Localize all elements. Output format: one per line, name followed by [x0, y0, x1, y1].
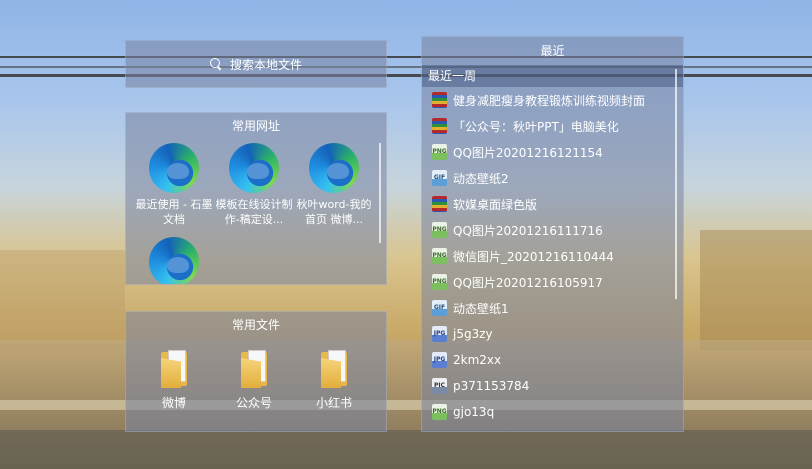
recent-file-name: QQ图片20201216121154 — [453, 145, 603, 160]
pic-file-icon: PIC — [432, 378, 447, 394]
common-files-panel: 常用文件 微博 公众号 小红书 — [125, 311, 387, 432]
wallpaper-building — [0, 250, 125, 350]
website-gaoding[interactable]: 模板在线设计制作-稿定设... — [214, 143, 294, 227]
recent-file-name: j5g3zy — [453, 327, 493, 341]
folder-official-account[interactable]: 公众号 — [219, 348, 289, 411]
edge-browser-icon — [309, 143, 359, 193]
gif-file-icon: GIF — [432, 170, 447, 186]
edge-browser-icon — [229, 143, 279, 193]
recent-file-name: 微信图片_20201216110444 — [453, 249, 614, 264]
recent-file-item[interactable]: JPG 2km2xx — [422, 347, 683, 373]
recent-file-item[interactable]: PNG QQ图片20201216105917 — [422, 269, 683, 295]
website-item-4[interactable] — [134, 237, 214, 284]
website-grid: 最近使用 - 石墨文档 模板在线设计制作-稿定设... 秋叶word-我的首页 … — [126, 139, 386, 284]
folder-xiaohongshu[interactable]: 小红书 — [299, 348, 369, 411]
png-file-icon: PNG — [432, 248, 447, 264]
recent-file-item[interactable]: PNG gjo13q — [422, 399, 683, 425]
desktop-wallpaper — [0, 0, 812, 469]
website-label: 模板在线设计制作-稿定设... — [215, 198, 293, 226]
recent-title: 最近 — [540, 44, 565, 58]
recent-file-item[interactable]: 健身减肥瘦身教程锻炼训练视频封面 — [422, 87, 683, 113]
png-file-icon: PNG — [432, 222, 447, 238]
recent-file-name: 健身减肥瘦身教程锻炼训练视频封面 — [453, 93, 646, 108]
recent-file-name: QQ图片20201216105917 — [453, 275, 603, 290]
png-file-icon: PNG — [432, 274, 447, 290]
folder-icon — [159, 348, 189, 388]
png-file-icon: PNG — [432, 404, 447, 420]
recent-file-item[interactable]: PNG QQ图片20201216111716 — [422, 217, 683, 243]
recent-file-item[interactable]: JPG j5g3zy — [422, 321, 683, 347]
recent-file-name: 2km2xx — [453, 353, 502, 367]
folder-label: 微博 — [161, 396, 186, 410]
recent-file-name: 动态壁纸1 — [453, 301, 509, 316]
recent-file-name: 软媒桌面绿色版 — [453, 197, 538, 212]
jpg-file-icon: JPG — [432, 352, 447, 368]
wallpaper-building — [700, 230, 812, 350]
wallpaper-wire — [0, 74, 812, 77]
recent-file-name: 「公众号：秋叶PPT」电脑美化 — [453, 119, 619, 134]
recent-file-item[interactable]: GIF 动态壁纸2 — [422, 165, 683, 191]
folder-label: 小红书 — [315, 396, 352, 410]
search-icon — [209, 58, 222, 70]
wallpaper-stripe — [0, 430, 812, 469]
recent-file-item[interactable]: PIC p371153784 — [422, 373, 683, 399]
recent-file-name: QQ图片20201216111716 — [453, 223, 603, 238]
recent-section-label: 最近一周 — [422, 65, 683, 87]
website-label: 秋叶word-我的首页 微博... — [296, 198, 372, 226]
search-placeholder: 搜索本地文件 — [229, 57, 302, 72]
folder-icon — [239, 348, 269, 388]
edge-browser-icon — [149, 143, 199, 193]
recent-file-item[interactable]: 软媒桌面绿色版 — [422, 191, 683, 217]
recent-scrollbar[interactable] — [675, 69, 677, 299]
website-qiuye-word[interactable]: 秋叶word-我的首页 微博... — [294, 143, 374, 227]
png-file-icon: PNG — [432, 144, 447, 160]
website-label: 最近使用 - 石墨文档 — [135, 198, 213, 226]
recent-file-name: gjo13q — [453, 405, 495, 419]
recent-file-name: 动态壁纸2 — [453, 171, 509, 186]
websites-scrollbar[interactable] — [379, 143, 381, 243]
archive-file-icon — [432, 118, 447, 134]
folder-icon — [319, 348, 349, 388]
local-file-search-box[interactable]: 搜索本地文件 — [125, 40, 387, 88]
website-shimo-docs[interactable]: 最近使用 - 石墨文档 — [134, 143, 214, 227]
gif-file-icon: GIF — [432, 300, 447, 316]
folder-label: 公众号 — [235, 396, 272, 410]
recent-file-item[interactable]: PNG QQ图片20201216121154 — [422, 139, 683, 165]
archive-file-icon — [432, 92, 447, 108]
recent-file-item[interactable]: GIF 动态壁纸1 — [422, 295, 683, 321]
jpg-file-icon: JPG — [432, 326, 447, 342]
recent-file-item[interactable]: PNG 微信图片_20201216110444 — [422, 243, 683, 269]
wallpaper-wire — [0, 66, 812, 68]
wallpaper-stripe — [0, 400, 812, 410]
edge-browser-icon — [149, 237, 199, 284]
folder-weibo[interactable]: 微博 — [139, 348, 209, 411]
recent-file-list: 健身减肥瘦身教程锻炼训练视频封面 「公众号：秋叶PPT」电脑美化 PNG QQ图片20… — [422, 87, 683, 425]
common-websites-panel: 常用网址 最近使用 - 石墨文档 模板在线设计制作-稿定设... 秋叶word-… — [125, 112, 387, 285]
common-files-title: 常用文件 — [231, 318, 280, 332]
common-websites-title: 常用网址 — [231, 119, 280, 133]
wallpaper-wire — [0, 56, 812, 58]
archive-file-icon — [432, 196, 447, 212]
recent-file-name: p371153784 — [453, 379, 530, 393]
recent-file-item[interactable]: 「公众号：秋叶PPT」电脑美化 — [422, 113, 683, 139]
recent-files-panel: 最近 最近一周 健身减肥瘦身教程锻炼训练视频封面 「公众号：秋叶PPT」电脑美化 P… — [421, 36, 684, 432]
